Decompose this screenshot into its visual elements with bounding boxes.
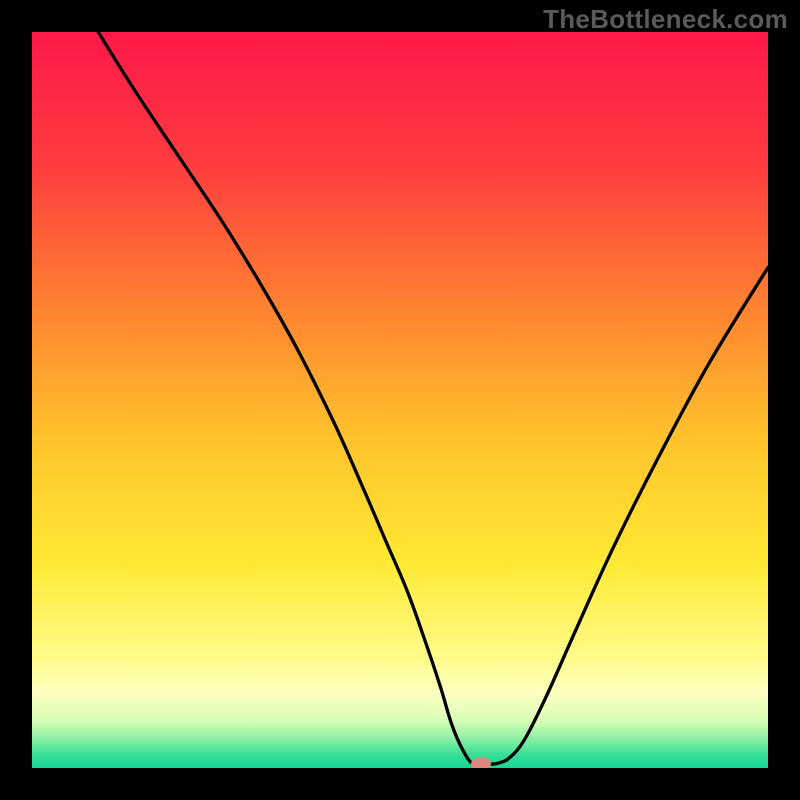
watermark-text: TheBottleneck.com bbox=[543, 4, 788, 35]
plot-area bbox=[32, 32, 768, 768]
chart-frame: TheBottleneck.com bbox=[0, 0, 800, 800]
background-gradient bbox=[32, 32, 768, 768]
